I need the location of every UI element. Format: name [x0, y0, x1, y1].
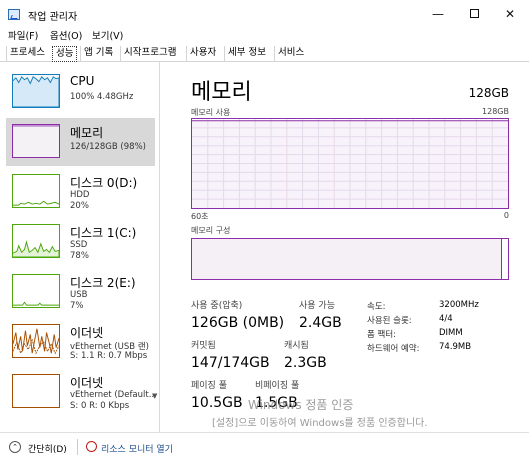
speed-label: 속도: [367, 302, 386, 312]
tab-services[interactable]: 서비스 [274, 46, 307, 61]
nonpaged-pool-label: 비페이징 풀 [255, 381, 300, 391]
page-title: 메모리 [191, 80, 252, 105]
menu-options[interactable]: 옵션(O) [50, 28, 82, 42]
resource-type: SSD [70, 240, 88, 250]
resource-list: CPU 100% 4.48GHz 메모리 126/128GB (98%) 디스크… [0, 62, 160, 432]
usage-graph-time: 60초 [191, 212, 209, 221]
resource-monitor-icon [86, 441, 97, 452]
slots-value: 4/4 [439, 314, 453, 324]
resource-detail: 100% 4.48GHz [70, 92, 134, 102]
cached-label: 캐시됨 [284, 341, 309, 351]
usage-area [192, 120, 508, 208]
window-title: 작업 관리자 [28, 12, 78, 23]
in-use-value: 126GB (0MB) [191, 315, 285, 331]
resource-ethernet-default[interactable]: 이더넷 vEthernet (Default... S: 0 R: 0 Kbps [6, 368, 157, 416]
activation-watermark-title: Windows 정품 인증 [248, 398, 354, 412]
resource-throughput: S: 0 R: 0 Kbps [70, 401, 130, 411]
resource-ethernet-usb[interactable]: 이더넷 vEthernet (USB 랜) S: 1.1 R: 0.7 Mbps [6, 318, 155, 366]
footer: ⌃ 간단히(D) 리소스 모니터 열기 [0, 432, 529, 471]
menu-view[interactable]: 보기(V) [92, 28, 123, 42]
resource-adapter: vEthernet (Default... [70, 390, 157, 400]
paged-pool-label: 페이징 풀 [191, 381, 227, 391]
disk-graph-icon [12, 224, 60, 258]
memory-usage-graph [191, 118, 509, 209]
menu-bar: 파일(F) 옵션(O) 보기(V) [0, 28, 529, 44]
resource-name: 디스크 0(D:) [70, 176, 138, 190]
resource-name: 메모리 [70, 126, 104, 140]
paged-pool-value: 10.5GB [191, 395, 243, 411]
maximize-icon [469, 9, 479, 18]
footer-divider [77, 439, 78, 455]
composition-in-use-fill [192, 239, 502, 279]
resource-name: 디스크 1(C:) [70, 226, 137, 240]
form-factor-value: DIMM [439, 328, 463, 338]
tab-strip: 프로세스 성능 앱 기록 시작프로그램 사용자 세부 정보 서비스 [0, 44, 529, 62]
composition-graph-label: 메모리 구성 [191, 226, 231, 235]
cached-value: 2.3GB [284, 355, 327, 371]
tab-processes[interactable]: 프로세스 [6, 46, 48, 61]
disk-graph-icon [12, 174, 60, 208]
ethernet-graph-icon [12, 374, 60, 408]
resource-throughput: S: 1.1 R: 0.7 Mbps [70, 351, 148, 361]
resource-name: 이더넷 [70, 326, 104, 340]
usage-graph-label: 메모리 사용 [191, 108, 231, 117]
resource-detail: 126/128GB (98%) [70, 142, 146, 152]
hardware-reserved-value: 74.9MB [439, 342, 472, 352]
resource-usage: 20% [70, 201, 89, 211]
minimize-button[interactable]: — [420, 4, 456, 24]
in-use-label: 사용 중(압축) [191, 301, 243, 311]
disk-graph-icon [12, 274, 60, 308]
tab-performance[interactable]: 성능 [52, 46, 78, 62]
resource-type: USB [70, 290, 88, 300]
resource-cpu[interactable]: CPU 100% 4.48GHz [6, 68, 155, 116]
resource-name: 이더넷 [70, 376, 104, 390]
chevron-up-icon[interactable]: ⌃ [9, 441, 21, 453]
tab-app-history[interactable]: 앱 기록 [80, 46, 116, 61]
hardware-reserved-label: 하드웨어 예약: [367, 344, 420, 354]
memory-details-panel: 메모리 128GB 메모리 사용 128GB 60초 0 메모리 구성 사용 중… [161, 62, 529, 432]
tab-startup[interactable]: 시작프로그램 [120, 46, 179, 61]
tab-users[interactable]: 사용자 [186, 46, 219, 61]
tab-details[interactable]: 세부 정보 [224, 46, 269, 61]
resource-name: 디스크 2(E:) [70, 276, 136, 290]
resource-disk-2[interactable]: 디스크 2(E:) USB 7% [6, 268, 155, 316]
cpu-graph-icon [12, 74, 60, 108]
maximize-button[interactable] [456, 4, 492, 24]
committed-label: 커밋됨 [191, 341, 216, 351]
usage-graph-max: 128GB [482, 107, 509, 116]
memory-graph-icon [12, 124, 60, 158]
memory-total: 128GB [468, 86, 509, 100]
committed-value: 147/174GB [191, 355, 270, 371]
ethernet-graph-icon [12, 324, 60, 358]
available-label: 사용 가능 [299, 301, 335, 311]
menu-file[interactable]: 파일(F) [8, 28, 38, 42]
form-factor-label: 폼 팩터: [367, 330, 397, 340]
open-resource-monitor-link[interactable]: 리소스 모니터 열기 [101, 442, 173, 455]
slots-label: 사용된 슬롯: [367, 316, 412, 326]
resource-usage: 78% [70, 251, 89, 261]
title-bar: 작업 관리자 — ✕ [0, 0, 529, 28]
resource-disk-1[interactable]: 디스크 1(C:) SSD 78% [6, 218, 155, 266]
close-button[interactable]: ✕ [492, 4, 528, 24]
resource-usage: 7% [70, 301, 84, 311]
activation-watermark-subtitle: [설정]으로 이동하여 Windows를 정품 인증합니다. [212, 418, 428, 429]
available-value: 2.4GB [299, 315, 342, 331]
scroll-down-arrow-icon[interactable]: ▼ [152, 392, 157, 400]
resource-name: CPU [70, 74, 95, 88]
task-manager-icon [8, 9, 20, 20]
brief-view-link[interactable]: 간단히(D) [28, 442, 67, 455]
resource-memory[interactable]: 메모리 126/128GB (98%) [6, 118, 155, 166]
usage-graph-zero: 0 [503, 211, 509, 220]
resource-disk-0[interactable]: 디스크 0(D:) HDD 20% [6, 168, 155, 216]
memory-composition-bar [191, 238, 509, 280]
resource-type: HDD [70, 190, 90, 200]
speed-value: 3200MHz [439, 300, 479, 310]
